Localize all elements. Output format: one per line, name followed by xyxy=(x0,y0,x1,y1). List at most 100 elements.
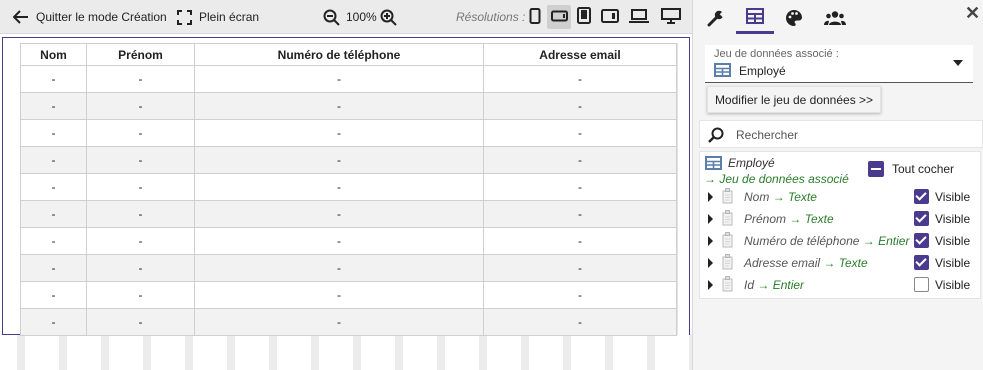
field-row: Numéro de téléphone → Entier Visible xyxy=(700,231,980,251)
tab-data-table[interactable] xyxy=(736,4,774,34)
table-cell[interactable]: - xyxy=(86,146,195,174)
entity-name: Employé xyxy=(728,156,775,170)
dataset-select[interactable]: Jeu de données associé : Employé xyxy=(705,45,973,83)
table-cell[interactable]: - xyxy=(194,200,484,228)
table-row: ---- xyxy=(20,200,677,228)
expand-caret-icon[interactable] xyxy=(708,236,713,246)
visible-checkbox[interactable] xyxy=(914,211,929,226)
table-cell[interactable]: - xyxy=(86,173,195,201)
table-cell[interactable]: - xyxy=(86,92,195,120)
visible-checkbox[interactable] xyxy=(914,189,929,204)
zoom-in-icon xyxy=(380,9,397,26)
close-panel-icon[interactable]: ✕ xyxy=(965,3,980,23)
expand-caret-icon[interactable] xyxy=(708,280,713,290)
table-row: ---- xyxy=(20,92,677,120)
visible-checkbox[interactable] xyxy=(914,255,929,270)
fullscreen-button[interactable]: Plein écran xyxy=(177,0,259,34)
resolution-phone-portrait-button[interactable] xyxy=(523,5,547,29)
table-cell[interactable]: - xyxy=(20,227,87,255)
table-cell[interactable]: - xyxy=(194,227,484,255)
table-cell[interactable]: - xyxy=(20,173,87,201)
column-header-nom[interactable]: Nom xyxy=(20,43,87,66)
resolution-desktop-button[interactable] xyxy=(659,5,683,29)
tab-settings[interactable] xyxy=(697,4,735,34)
field-name: Numéro de téléphone → Entier xyxy=(744,234,909,248)
table-cell[interactable]: - xyxy=(194,65,484,93)
table-cell[interactable]: - xyxy=(20,119,87,147)
field-search-input[interactable]: Rechercher xyxy=(699,120,983,148)
resolution-tablet-portrait-button[interactable] xyxy=(572,5,596,29)
table-cell[interactable]: - xyxy=(483,254,677,282)
field-document-icon xyxy=(722,254,733,273)
tab-users[interactable] xyxy=(816,4,854,34)
expand-caret-icon[interactable] xyxy=(708,258,713,268)
table-cell[interactable]: - xyxy=(20,281,87,309)
table-cell[interactable]: - xyxy=(483,65,677,93)
field-label: Adresse email xyxy=(744,256,821,270)
table-cell[interactable]: - xyxy=(86,119,195,147)
expand-caret-icon[interactable] xyxy=(708,192,713,202)
table-cell[interactable]: - xyxy=(20,254,87,282)
resolution-laptop-button[interactable] xyxy=(627,5,651,29)
table-cell[interactable]: - xyxy=(20,200,87,228)
table-cell[interactable]: - xyxy=(86,281,195,309)
zoom-in-button[interactable] xyxy=(380,0,397,34)
resolution-phone-landscape-button[interactable] xyxy=(547,5,571,29)
table-cell[interactable]: - xyxy=(194,119,484,147)
table-cell[interactable]: - xyxy=(194,281,484,309)
table-cell[interactable]: - xyxy=(20,92,87,120)
table-scrollbar-track[interactable] xyxy=(677,43,689,335)
table-row: ---- xyxy=(20,308,677,336)
table-cell[interactable]: - xyxy=(86,200,195,228)
field-document-icon xyxy=(722,210,733,229)
table-cell[interactable]: - xyxy=(483,200,677,228)
quit-design-mode-button[interactable]: Quitter le mode Création xyxy=(13,0,167,34)
table-row: ---- xyxy=(20,227,677,255)
table-cell[interactable]: - xyxy=(483,227,677,255)
table-cell[interactable]: - xyxy=(20,65,87,93)
editor-toolbar: Quitter le mode Création Plein écran 100… xyxy=(0,0,692,34)
entity-table-icon xyxy=(705,156,722,173)
zoom-out-button[interactable] xyxy=(323,0,340,34)
table-cell[interactable]: - xyxy=(86,308,195,336)
table-cell[interactable]: - xyxy=(194,173,484,201)
expand-caret-icon[interactable] xyxy=(708,214,713,224)
table-cell[interactable]: - xyxy=(194,146,484,174)
tablet-portrait-icon xyxy=(577,7,591,27)
zoom-level: 100% xyxy=(346,10,377,24)
table-cell[interactable]: - xyxy=(483,92,677,120)
table-cell[interactable]: - xyxy=(194,254,484,282)
field-type: → Texte xyxy=(772,190,817,204)
table-cell[interactable]: - xyxy=(194,92,484,120)
modify-dataset-button[interactable]: Modifier le jeu de données >> xyxy=(707,86,881,113)
phone-landscape-icon xyxy=(550,10,568,25)
table-cell[interactable]: - xyxy=(483,119,677,147)
table-cell[interactable]: - xyxy=(20,308,87,336)
field-name: Id → Entier xyxy=(744,278,804,292)
table-cell[interactable]: - xyxy=(483,146,677,174)
field-type: → Texte xyxy=(789,212,834,226)
tab-style[interactable] xyxy=(775,4,813,34)
check-all-checkbox[interactable] xyxy=(868,161,884,177)
search-placeholder: Rechercher xyxy=(736,128,799,142)
table-cell[interactable]: - xyxy=(194,308,484,336)
table-grid-icon xyxy=(746,8,764,27)
resolution-tablet-landscape-button[interactable] xyxy=(598,5,622,29)
table-cell[interactable]: - xyxy=(86,65,195,93)
table-cell[interactable]: - xyxy=(86,254,195,282)
table-cell[interactable]: - xyxy=(86,227,195,255)
visible-checkbox[interactable] xyxy=(914,233,929,248)
table-cell[interactable]: - xyxy=(483,281,677,309)
table-cell[interactable]: - xyxy=(483,173,677,201)
table-cell[interactable]: - xyxy=(483,308,677,336)
column-header-prenom[interactable]: Prénom xyxy=(86,43,195,66)
selected-table-component[interactable]: Nom Prénom Numéro de téléphone Adresse e… xyxy=(2,37,690,336)
visible-checkbox[interactable] xyxy=(914,277,929,292)
field-row: Prénom → Texte Visible xyxy=(700,209,980,229)
column-header-email[interactable]: Adresse email xyxy=(483,43,677,66)
visible-label: Visible xyxy=(935,256,971,270)
column-header-telephone[interactable]: Numéro de téléphone xyxy=(194,43,484,66)
field-name: Adresse email → Texte xyxy=(744,256,868,270)
table-row: ---- xyxy=(20,254,677,282)
table-cell[interactable]: - xyxy=(20,146,87,174)
